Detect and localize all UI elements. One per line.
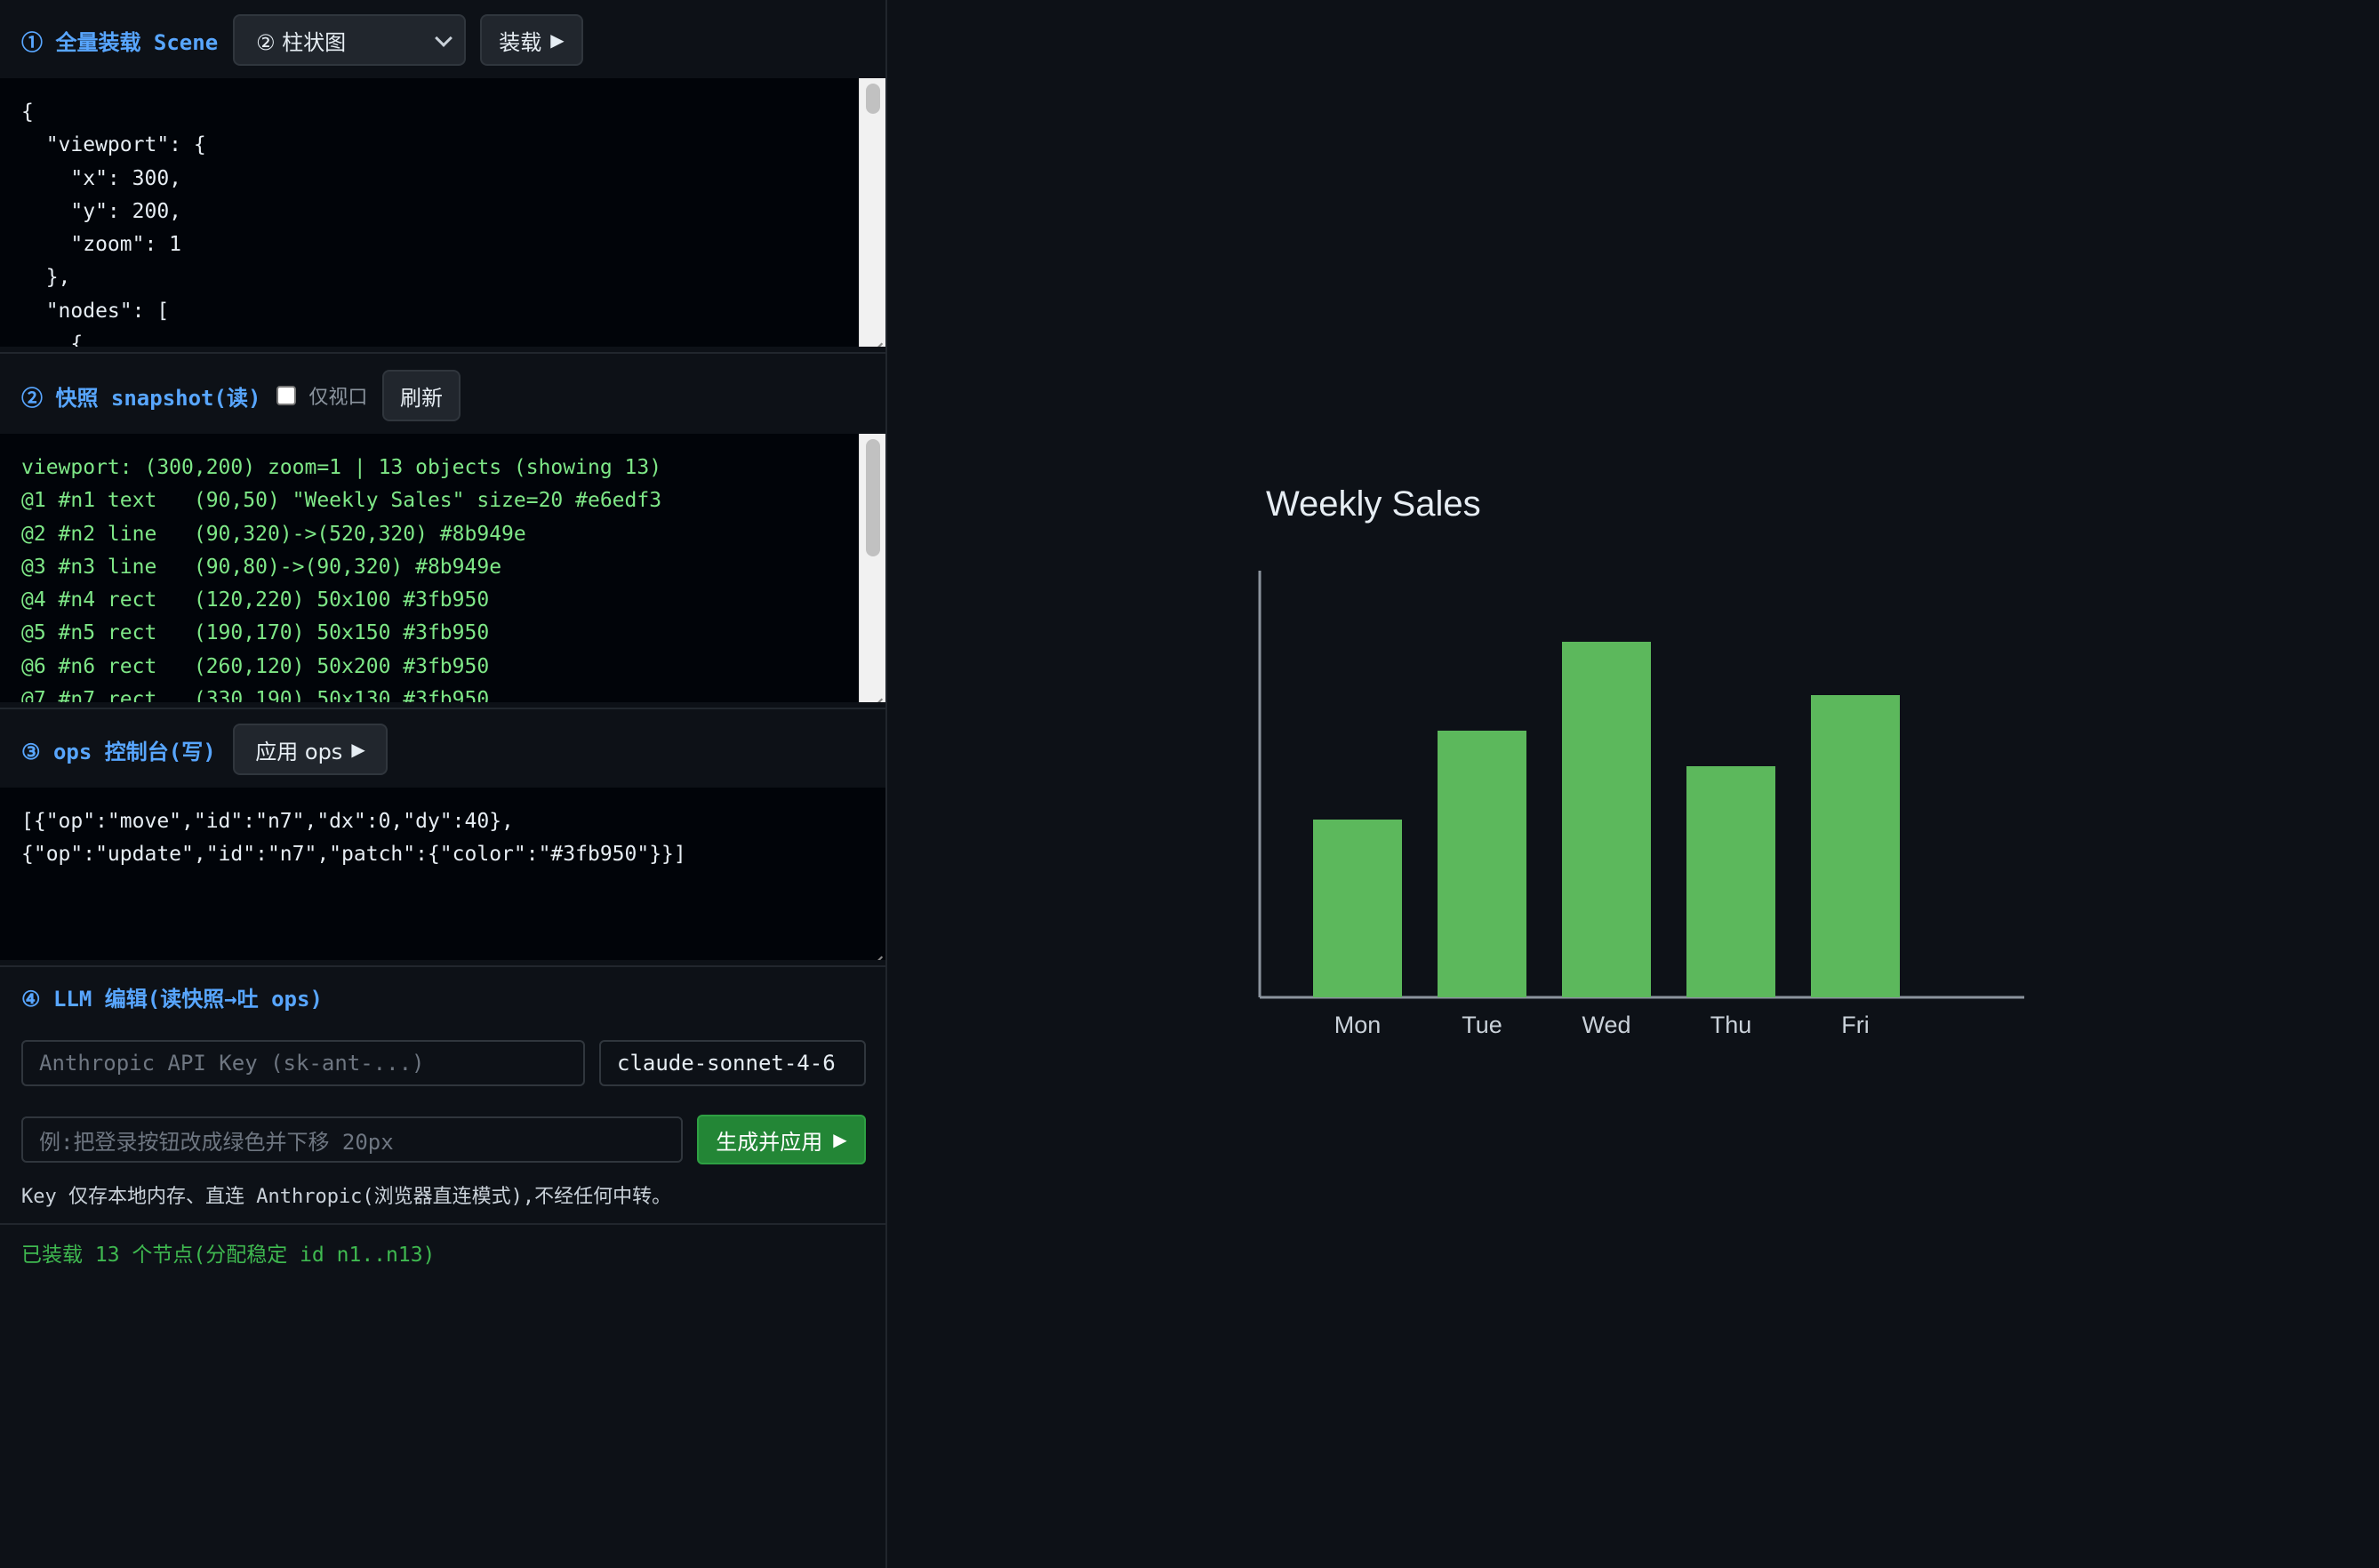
play-icon: ▶ (550, 29, 565, 51)
viewport-only-checkbox[interactable] (276, 386, 297, 405)
generate-apply-label: 生成并应用 (716, 1129, 823, 1155)
ops-header: ③ ops 控制台(写) 应用 ops ▶ (0, 720, 885, 779)
x-tick-label: Tue (1462, 1012, 1502, 1038)
canvas-stage[interactable]: Weekly Sales Mon Tue Wed Thu Fri (889, 0, 2379, 1568)
bar-wed[interactable] (1562, 642, 1651, 997)
api-key-note: Key 仅存本地内存、直连 Anthropic(浏览器直连模式),不经任何中转。 (21, 1186, 672, 1208)
scene-title: ① 全量装载 Scene (21, 29, 219, 55)
ops-text: [{"op":"move","id":"n7","dx":0,"dy":40},… (21, 810, 686, 867)
instruction-input[interactable]: 例:把登录按钮改成绿色并下移 20px (21, 1116, 683, 1163)
divider (0, 708, 885, 709)
load-button[interactable]: 装载 ▶ (480, 14, 583, 66)
bar-fri[interactable] (1811, 695, 1900, 997)
x-tick-label: Wed (1582, 1012, 1630, 1038)
bar-chart: Weekly Sales Mon Tue Wed Thu Fri (1258, 484, 2024, 1038)
refresh-button-label: 刷新 (400, 385, 443, 411)
snapshot-scrollbar[interactable] (859, 434, 885, 702)
llm-header: ④ LLM 编辑(读快照→吐 ops) (0, 971, 885, 1022)
chart-title: Weekly Sales (1266, 484, 1481, 524)
divider (0, 352, 885, 354)
snapshot-text: viewport: (300,200) zoom=1 | 13 objects … (21, 456, 662, 702)
snapshot-output[interactable]: viewport: (300,200) zoom=1 | 13 objects … (0, 434, 885, 702)
load-button-label: 装载 (499, 29, 542, 55)
bar-tue[interactable] (1438, 731, 1526, 997)
viewport-only-toggle[interactable]: 仅视口 (276, 381, 367, 410)
x-tick-label: Fri (1841, 1012, 1869, 1038)
apply-ops-label: 应用 ops (255, 739, 343, 764)
model-input[interactable]: claude-sonnet-4-6 (599, 1040, 866, 1086)
status-message: 已装载 13 个节点(分配稳定 id n1..n13) (21, 1244, 436, 1267)
bar-thu[interactable] (1686, 766, 1775, 997)
divider (0, 965, 885, 967)
play-icon: ▶ (833, 1129, 847, 1150)
api-key-placeholder: Anthropic API Key (sk-ant-...) (39, 1051, 425, 1076)
play-icon: ▶ (351, 739, 365, 760)
scene-json-text: { "viewport": { "x": 300, "y": 200, "zoo… (21, 100, 206, 347)
ops-title: ③ ops 控制台(写) (21, 739, 216, 764)
refresh-button[interactable]: 刷新 (382, 370, 461, 421)
bar-mon[interactable] (1313, 820, 1402, 997)
scene-header: ① 全量装载 Scene ② 柱状图 装载 ▶ (0, 11, 885, 69)
resize-grip-icon[interactable] (869, 685, 883, 700)
snapshot-header: ② 快照 snapshot(读) 仅视口 刷新 (0, 366, 885, 425)
resize-grip-icon[interactable] (869, 943, 883, 957)
llm-title: ④ LLM 编辑(读快照→吐 ops) (21, 986, 323, 1012)
x-tick-label: Thu (1710, 1012, 1752, 1038)
resize-grip-icon[interactable] (869, 330, 883, 344)
scene-preset-value: ② 柱状图 (256, 29, 347, 55)
snapshot-title: ② 快照 snapshot(读) (21, 385, 261, 411)
api-key-input[interactable]: Anthropic API Key (sk-ant-...) (21, 1040, 585, 1086)
scene-json-editor[interactable]: { "viewport": { "x": 300, "y": 200, "zoo… (0, 78, 885, 347)
control-panel: ① 全量装载 Scene ② 柱状图 装载 ▶ { "viewport": { … (0, 0, 887, 1568)
divider (0, 1223, 885, 1225)
viewport-only-label: 仅视口 (308, 387, 368, 409)
instruction-placeholder: 例:把登录按钮改成绿色并下移 20px (39, 1129, 394, 1155)
chevron-down-icon (435, 29, 453, 47)
generate-apply-button[interactable]: 生成并应用 ▶ (697, 1115, 866, 1164)
scene-scrollbar[interactable] (859, 78, 885, 347)
scene-scroll-thumb[interactable] (866, 84, 880, 114)
scene-preset-select[interactable]: ② 柱状图 (233, 14, 466, 66)
apply-ops-button[interactable]: 应用 ops ▶ (233, 724, 388, 775)
ops-editor[interactable]: [{"op":"move","id":"n7","dx":0,"dy":40},… (0, 788, 885, 960)
snapshot-scroll-thumb[interactable] (866, 439, 880, 556)
x-tick-label: Mon (1334, 1012, 1382, 1038)
model-value: claude-sonnet-4-6 (617, 1051, 836, 1076)
